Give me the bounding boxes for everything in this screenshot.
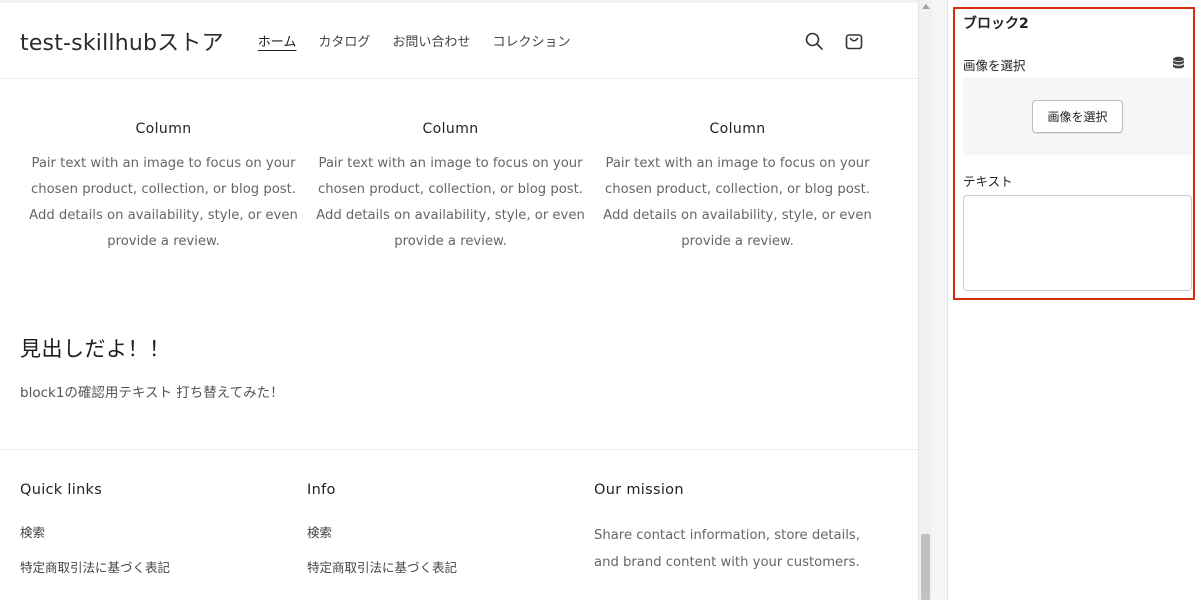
nav-item-collections[interactable]: コレクション xyxy=(492,31,570,50)
scroll-thumb[interactable] xyxy=(921,534,930,600)
footer-link-legal[interactable]: 特定商取引法に基づく表記 xyxy=(20,557,307,576)
column-text: Pair text with an image to focus on your… xyxy=(316,156,585,249)
column-item: Column Pair text with an image to focus … xyxy=(307,121,594,255)
preview-scrollbar[interactable] xyxy=(918,0,932,600)
search-icon[interactable] xyxy=(804,31,824,51)
column-title: Column xyxy=(709,121,766,137)
footer-heading: Our mission xyxy=(594,482,684,498)
settings-sidebar: ブロック2 画像を選択 画像を選択 テキスト xyxy=(948,0,1200,600)
store-footer: Quick links 検索 特定商取引法に基づく表記 Info 検索 特定商取… xyxy=(0,449,918,592)
column-title: Column xyxy=(135,121,192,137)
store-header: test-skillhubストア ホーム カタログ お問い合わせ コレクション xyxy=(0,3,918,79)
store-logo[interactable]: test-skillhubストア xyxy=(20,25,224,57)
footer-info: Info 検索 特定商取引法に基づく表記 xyxy=(307,482,594,592)
footer-quick-links: Quick links 検索 特定商取引法に基づく表記 xyxy=(20,482,307,592)
main-nav: ホーム カタログ お問い合わせ コレクション xyxy=(258,31,571,50)
footer-heading: Info xyxy=(307,482,336,498)
panel-divider xyxy=(932,0,948,600)
database-icon[interactable] xyxy=(1172,56,1185,73)
footer-link-search[interactable]: 検索 xyxy=(20,522,307,541)
column-text: Pair text with an image to focus on your… xyxy=(603,156,872,249)
rich-text-body: block1の確認用テキスト 打ち替えてみた！ xyxy=(20,385,284,401)
footer-mission-text: Share contact information, store details… xyxy=(594,528,860,570)
column-item: Column Pair text with an image to focus … xyxy=(594,121,881,255)
store-preview: test-skillhubストア ホーム カタログ お問い合わせ コレクション … xyxy=(0,0,918,600)
nav-item-home[interactable]: ホーム xyxy=(258,31,297,50)
header-actions xyxy=(804,31,898,51)
image-picker-label: 画像を選択 xyxy=(963,58,1026,73)
block-settings-panel: ブロック2 画像を選択 画像を選択 テキスト xyxy=(953,7,1195,300)
column-item: Column Pair text with an image to focus … xyxy=(20,121,307,255)
rich-text-heading: 見出しだよ！！ xyxy=(20,337,171,361)
multicolumn-section: Column Pair text with an image to focus … xyxy=(0,79,918,255)
nav-item-contact[interactable]: お問い合わせ xyxy=(392,31,470,50)
text-field[interactable] xyxy=(963,195,1192,291)
column-title: Column xyxy=(422,121,479,137)
cart-icon[interactable] xyxy=(844,31,864,51)
image-picker-area: 画像を選択 xyxy=(963,78,1192,155)
rich-text-section: 見出しだよ！！ block1の確認用テキスト 打ち替えてみた！ xyxy=(0,255,918,401)
scroll-up-arrow-icon[interactable] xyxy=(922,4,930,9)
block-title: ブロック2 xyxy=(963,16,1029,32)
footer-link-legal[interactable]: 特定商取引法に基づく表記 xyxy=(307,557,594,576)
column-text: Pair text with an image to focus on your… xyxy=(29,156,298,249)
footer-link-search[interactable]: 検索 xyxy=(307,522,594,541)
footer-mission: Our mission Share contact information, s… xyxy=(594,482,881,592)
nav-item-catalog[interactable]: カタログ xyxy=(318,31,370,50)
footer-heading: Quick links xyxy=(20,482,103,498)
image-picker-header: 画像を選択 xyxy=(963,55,1185,74)
text-field-label: テキスト xyxy=(963,174,1013,189)
select-image-button[interactable]: 画像を選択 xyxy=(1032,100,1123,133)
